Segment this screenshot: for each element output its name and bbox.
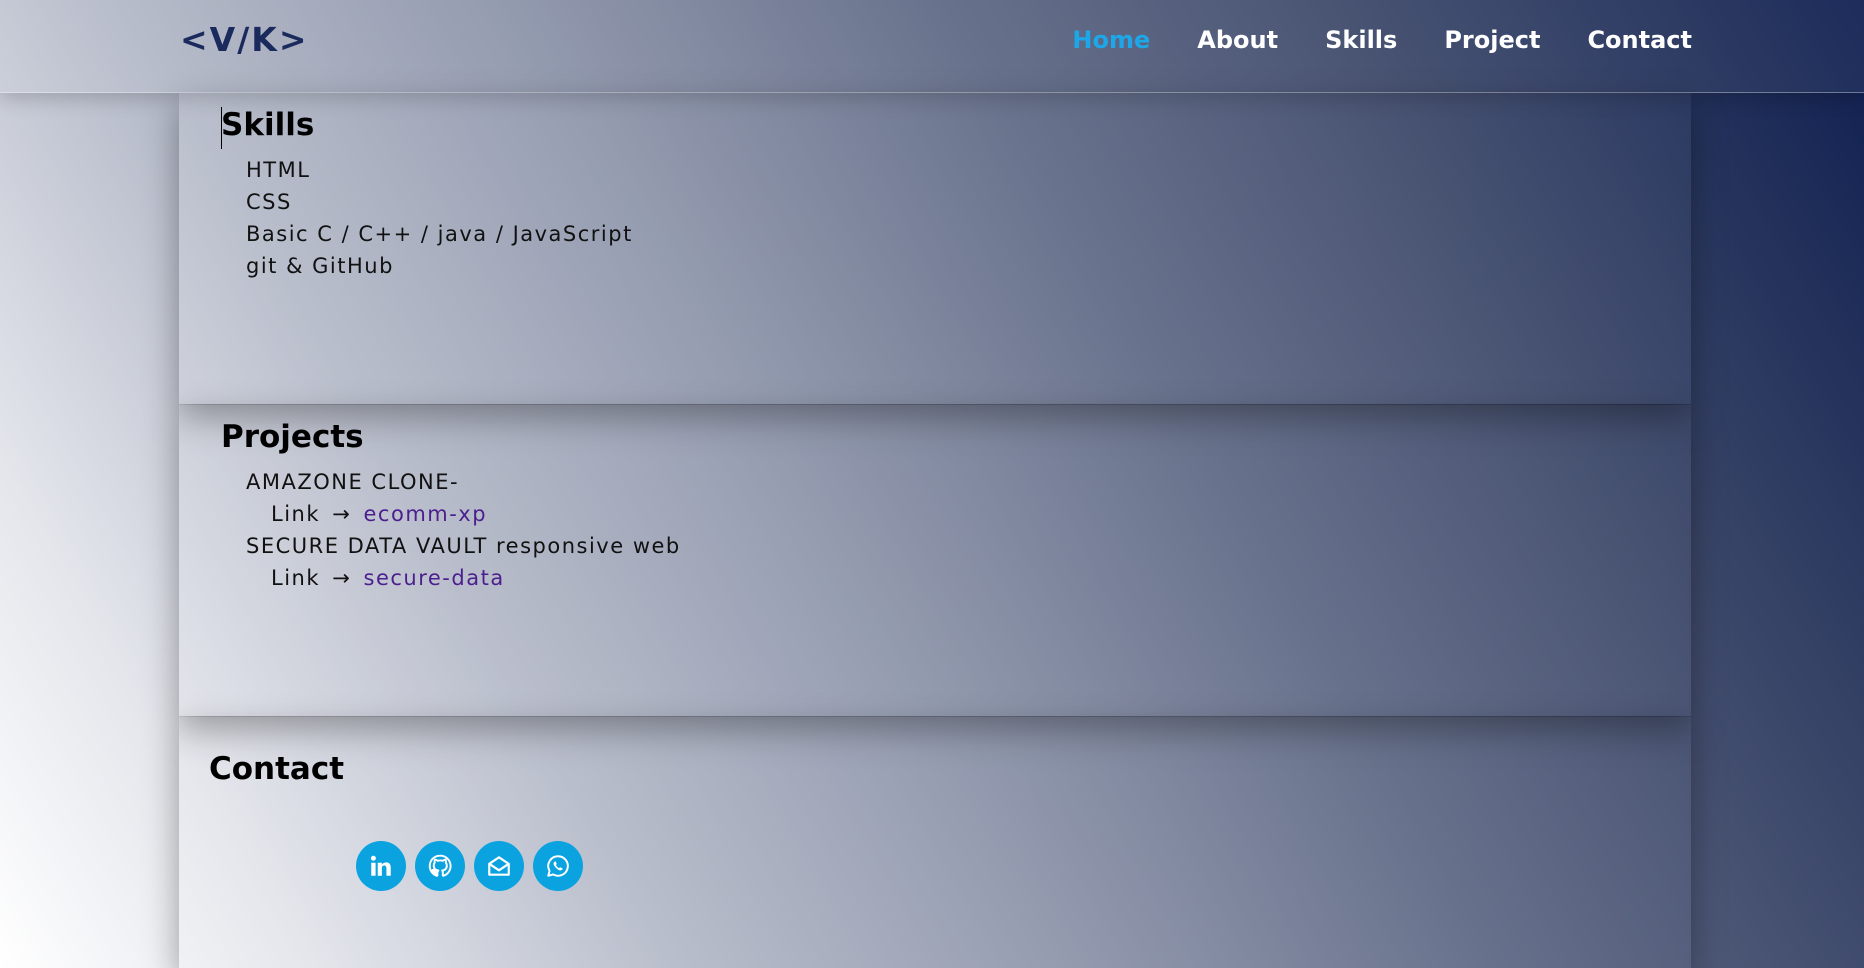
skills-title: Skills [221,107,315,143]
email-button[interactable] [474,841,524,891]
project-link-secure-data[interactable]: secure-data [364,566,505,590]
github-button[interactable] [415,841,465,891]
navbar: <V/K> Home About Skills Project Contact [0,0,1864,93]
github-icon [428,854,452,877]
contact-title: Contact [209,751,345,787]
nav-link-about[interactable]: About [1197,26,1278,54]
text-caret [221,107,222,149]
project-name: AMAZONE CLONE- [246,470,460,494]
nav-link-contact[interactable]: Contact [1587,26,1692,54]
site-logo[interactable]: <V/K> [180,20,308,59]
nav-links: Home About Skills Project Contact [1072,26,1692,54]
nav-link-home[interactable]: Home [1072,26,1150,54]
contact-section: Contact [179,717,1691,968]
whatsapp-button[interactable] [533,841,583,891]
skill-item: Basic C / C++ / java / JavaScript [246,222,633,246]
skill-item: HTML [246,158,311,182]
whatsapp-icon [547,855,569,877]
projects-section: Projects AMAZONE CLONE- Link → ecomm-xp … [179,405,1691,716]
skills-list: HTML CSS Basic C / C++ / java / JavaScri… [246,154,633,282]
project-link-row: Link → secure-data [246,562,681,594]
social-links [356,841,583,891]
project-link-ecomm-xp[interactable]: ecomm-xp [364,502,488,526]
email-icon [488,856,510,876]
projects-list: AMAZONE CLONE- Link → ecomm-xp SECURE DA… [246,466,681,594]
skill-item: CSS [246,190,292,214]
skill-item: git & GitHub [246,254,394,278]
arrow-right-icon: → [332,502,352,526]
project-link-row: Link → ecomm-xp [246,498,681,530]
projects-title: Projects [221,419,364,455]
skills-section: Skills HTML CSS Basic C / C++ / java / J… [179,93,1691,404]
project-link-label: Link [271,502,321,526]
nav-link-skills[interactable]: Skills [1325,26,1397,54]
arrow-right-icon: → [332,566,352,590]
linkedin-icon [370,855,391,876]
nav-link-project[interactable]: Project [1444,26,1540,54]
project-name: SECURE DATA VAULT responsive web [246,534,681,558]
project-link-label: Link [271,566,321,590]
linkedin-button[interactable] [356,841,406,891]
